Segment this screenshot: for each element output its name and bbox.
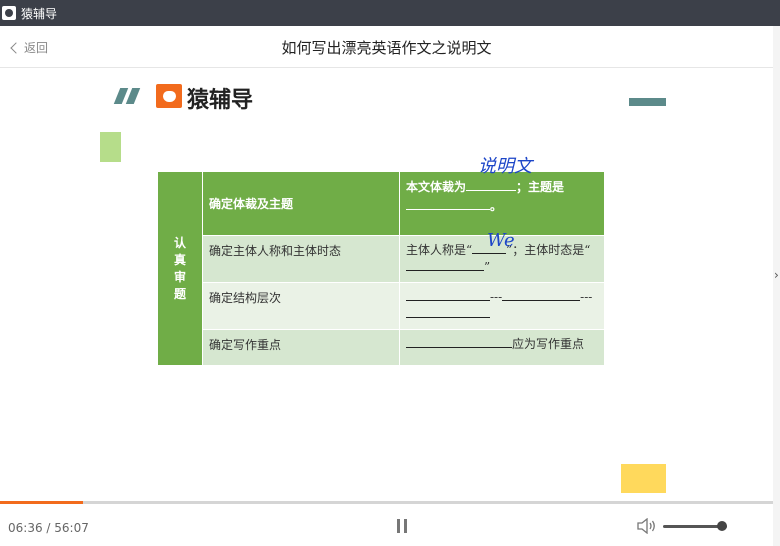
table-header-left: 确定体裁及主题 — [202, 171, 400, 236]
window-title: 猿辅导 — [21, 6, 58, 21]
table-row-header: 认 真 审 题 — [157, 171, 203, 366]
decorative-bar — [629, 98, 666, 106]
playback-time: 06:36 / 56:07 — [8, 521, 89, 535]
volume-slider-handle[interactable] — [716, 521, 727, 531]
volume-icon[interactable] — [637, 518, 657, 534]
window-titlebar: 猿辅导 — [0, 0, 780, 26]
side-scrollbar[interactable] — [773, 26, 780, 546]
quote-mark-icon — [113, 88, 143, 104]
decorative-block — [100, 132, 121, 162]
pause-button[interactable] — [397, 519, 408, 533]
video-progress-bar[interactable] — [0, 501, 773, 504]
table-cell: 确定主体人称和主体时态 — [202, 235, 400, 283]
chevron-right-icon[interactable]: › — [774, 268, 779, 282]
table-cell: 应为写作重点 — [399, 329, 605, 366]
brand-logo-icon — [156, 84, 182, 108]
app-logo-icon — [2, 6, 16, 20]
table-cell: 确定结构层次 — [202, 282, 400, 330]
table-cell: --- --- — [399, 282, 605, 330]
page-title: 如何写出漂亮英语作文之说明文 — [281, 39, 492, 57]
table-header-right: 本文体裁为 ；主题是 。 — [399, 171, 605, 236]
handwritten-genre: 说明文 — [478, 156, 532, 177]
exam-analysis-table: 认 真 审 题 确定体裁及主题 本文体裁为 ；主题是 。 确定主体人称和主体时态 … — [157, 171, 605, 366]
brand-logo-text: 猿辅导 — [187, 88, 254, 113]
handwritten-person: We — [487, 230, 515, 251]
decorative-block — [621, 464, 666, 493]
lesson-slide: 猿辅导 认 真 审 题 确定体裁及主题 本文体裁为 ；主题是 。 确定主体人称和主… — [0, 68, 773, 500]
page-header: 返回 如何写出漂亮英语作文之说明文 — [0, 26, 773, 68]
video-progress-fill — [0, 501, 84, 504]
table-cell: 确定写作重点 — [202, 329, 400, 366]
